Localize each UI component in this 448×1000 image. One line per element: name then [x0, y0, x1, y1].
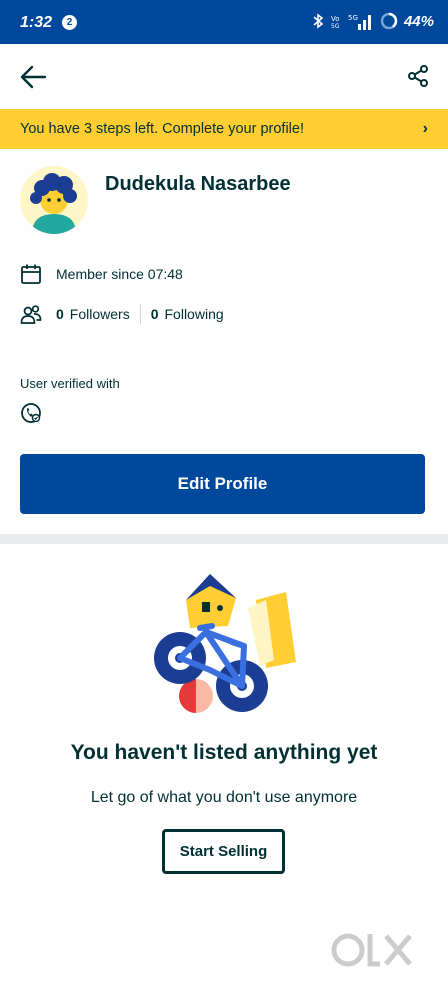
following-label[interactable]: Following [165, 306, 224, 322]
bicycle-illustration [154, 574, 296, 713]
followers-label[interactable]: Followers [70, 306, 130, 322]
svg-text:5G: 5G [331, 23, 340, 29]
chevron-right-icon: › [422, 120, 428, 137]
banner-text: You have 3 steps left. Complete your pro… [20, 121, 304, 137]
olx-watermark-logo [330, 930, 420, 974]
bluetooth-icon [313, 13, 324, 29]
following-count[interactable]: 0 [151, 306, 159, 322]
battery-percentage: 44% [403, 12, 434, 30]
status-time: 1:32 [20, 14, 53, 31]
svg-text:5G: 5G [348, 14, 358, 22]
verified-label: User verified with [20, 376, 120, 391]
avatar[interactable] [20, 166, 88, 234]
battery-ring-icon [380, 12, 398, 30]
svg-text:Vo: Vo [331, 15, 340, 23]
member-since-text: Member since 07:48 [56, 266, 183, 282]
calendar-icon [21, 264, 41, 284]
follow-stats-row: 0 Followers 0 Following [20, 303, 224, 325]
member-since-row: Member since 07:48 [20, 263, 183, 285]
share-icon[interactable] [406, 64, 430, 88]
edit-profile-button[interactable]: Edit Profile [20, 454, 425, 514]
status-bar: 1:32 2 Vo 5G 5G 44% [0, 0, 448, 44]
app-bar [0, 44, 448, 108]
start-selling-button[interactable]: Start Selling [162, 829, 285, 874]
avatar-illustration [20, 166, 88, 234]
signal-icon: 5G [348, 14, 371, 30]
empty-state-title: You haven't listed anything yet [70, 741, 378, 764]
olx-logo-icon [331, 933, 412, 967]
follow-divider [139, 304, 141, 324]
arrow-left-icon[interactable] [18, 62, 48, 92]
phone-check-icon [21, 403, 41, 423]
empty-state-subtitle: Let go of what you don't use anymore [90, 789, 358, 806]
followers-count[interactable]: 0 [56, 306, 64, 322]
complete-profile-banner[interactable]: You have 3 steps left. Complete your pro… [0, 109, 448, 149]
people-icon [20, 305, 42, 324]
notification-badge: 2 [62, 15, 77, 30]
section-divider [0, 534, 448, 544]
profile-name: Dudekula Nasarbee [105, 173, 291, 195]
status-icons: Vo 5G 5G 44% [312, 12, 434, 30]
volte-icon: Vo5G [331, 15, 340, 29]
